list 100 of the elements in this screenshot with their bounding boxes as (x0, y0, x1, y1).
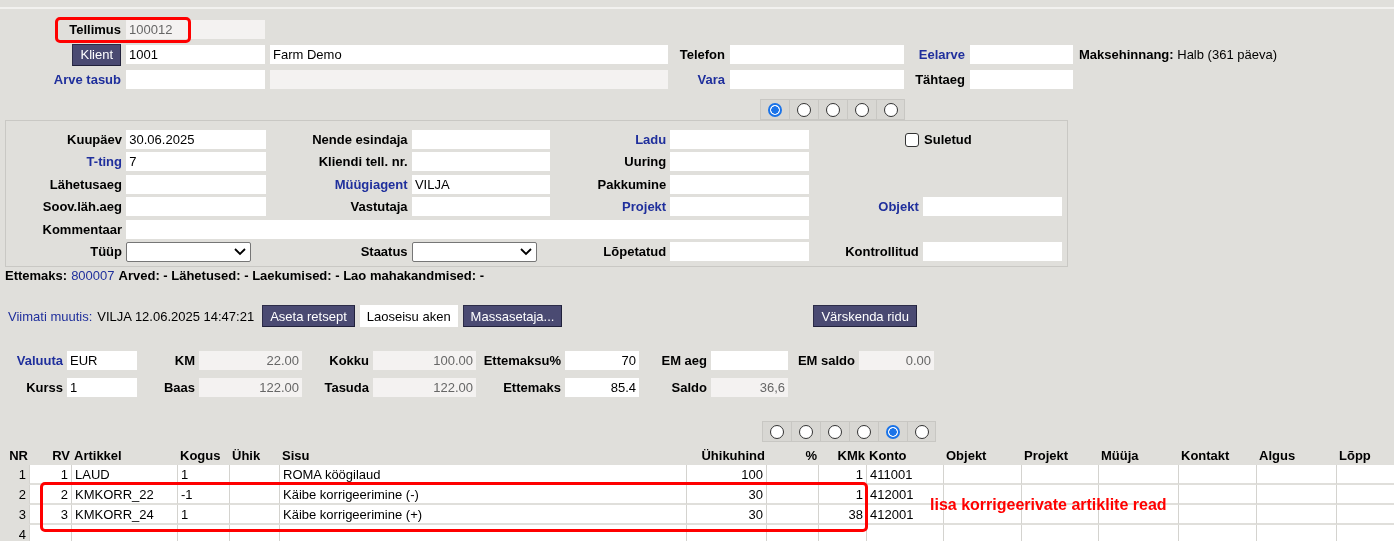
field-link[interactable]: Valuuta (16, 353, 63, 368)
input-field[interactable] (923, 242, 1063, 262)
input-field[interactable]: 100012 (126, 20, 265, 39)
input-field[interactable]: Farm Demo (270, 45, 668, 64)
input-field[interactable]: 1 (67, 378, 137, 397)
field-label: Nende esindaja (312, 131, 408, 147)
toolbar-button[interactable]: Aseta retsept (262, 305, 355, 327)
field-label: Kliendi tell. nr. (318, 154, 408, 170)
input-field[interactable] (126, 174, 267, 194)
table-cell (767, 505, 819, 525)
input-field[interactable] (923, 197, 1063, 217)
field-label: EM aeg (661, 353, 707, 368)
rating-value: Halb (361 päeva) (1177, 47, 1277, 62)
input-field[interactable]: 122.00 (373, 378, 476, 397)
table-cell: 30 (687, 485, 767, 505)
table-cell (767, 465, 819, 485)
field-label: Baas (163, 380, 195, 395)
input-field[interactable] (670, 129, 810, 149)
radio-tab[interactable] (760, 99, 789, 120)
field-label: Staatus (360, 244, 408, 260)
field-link[interactable]: Ladu (635, 131, 667, 147)
table-cell: 2 (30, 485, 72, 505)
field-label: EM saldo (797, 353, 855, 368)
field-link[interactable]: Müügiagent (334, 176, 408, 192)
input-field[interactable] (411, 152, 550, 172)
table-cell: 411001 (867, 465, 944, 485)
column-header: KMk (836, 447, 866, 465)
input-field[interactable] (970, 70, 1073, 89)
radio-tab[interactable] (791, 421, 820, 442)
field-label: Kontrollitud (845, 244, 919, 260)
radio-tab[interactable] (762, 421, 791, 442)
input-field[interactable] (670, 242, 810, 262)
toolbar-button[interactable]: Laoseisu aken (359, 305, 458, 327)
input-field[interactable] (730, 45, 904, 64)
table-cell: 100 (687, 465, 767, 485)
summary-label: Ettemaks: (5, 268, 68, 284)
field-link[interactable]: Objekt (878, 199, 919, 215)
radio-tab[interactable] (847, 99, 876, 120)
table-cell: 38 (819, 505, 867, 525)
field-label: KM (174, 353, 195, 368)
table-cell: KMKORR_22 (72, 485, 178, 505)
checkbox[interactable] (904, 133, 919, 148)
select-field[interactable] (126, 241, 252, 262)
radio-tab[interactable] (907, 421, 936, 442)
table-cell: KMKORR_24 (72, 505, 178, 525)
field-label: Lõpetatud (603, 244, 667, 260)
table-cell: ROMA köögilaud (280, 465, 687, 485)
input-field[interactable]: VILJA (411, 174, 550, 194)
input-field[interactable] (126, 197, 267, 217)
field-link[interactable]: Arve tasub (53, 72, 121, 87)
field-link[interactable]: Eelarve (918, 47, 965, 62)
table-cell: 1 (178, 465, 230, 485)
column-header: Objekt (945, 447, 988, 465)
input-field[interactable] (711, 351, 788, 370)
column-header: RV (51, 447, 71, 465)
input-field[interactable]: 70 (565, 351, 639, 370)
table-cell (230, 485, 280, 505)
input-field[interactable] (670, 197, 810, 217)
input-field[interactable] (411, 129, 550, 149)
input-field[interactable] (970, 45, 1073, 64)
prepayment-link[interactable]: 800007 (71, 268, 115, 284)
column-header: Sisu (281, 447, 311, 465)
refresh-button[interactable]: Värskenda ridu (813, 305, 917, 327)
input-field[interactable]: 30.06.2025 (126, 129, 267, 149)
input-field[interactable]: 36,6 (711, 378, 788, 397)
input-field[interactable]: 85.4 (565, 378, 639, 397)
radio-tab[interactable] (820, 421, 849, 442)
input-field[interactable] (730, 70, 904, 89)
column-header: Konto (868, 447, 908, 465)
field-link[interactable]: T-ting (86, 154, 122, 170)
summary-text: Arved: - Lähetused: - Laekumised: - Lao mahakandmised: - (118, 268, 485, 284)
select-field[interactable] (411, 241, 537, 262)
field-link[interactable]: Vara (697, 72, 725, 87)
radio-tab[interactable] (789, 99, 818, 120)
radio-tab[interactable] (878, 421, 907, 442)
input-field[interactable] (670, 174, 810, 194)
input-field[interactable]: 0.00 (859, 351, 934, 370)
field-link[interactable]: Projekt (622, 199, 667, 215)
column-header: Algus (1258, 447, 1297, 465)
input-field[interactable] (411, 197, 550, 217)
field-label: Kokku (329, 353, 369, 368)
toolbar-button[interactable]: Massasetaja... (462, 305, 563, 327)
input-field[interactable] (126, 70, 265, 89)
radio-tab[interactable] (849, 421, 878, 442)
client-button[interactable]: Klient (72, 43, 121, 66)
input-field[interactable]: 22.00 (199, 351, 302, 370)
chevron-icon (234, 247, 247, 256)
input-field[interactable]: 122.00 (199, 378, 302, 397)
input-field[interactable]: 1001 (126, 45, 265, 64)
input-field[interactable]: 100.00 (373, 351, 476, 370)
table-cell: 1 (819, 485, 867, 505)
radio-tab[interactable] (818, 99, 847, 120)
column-header: Kontakt (1180, 447, 1231, 465)
field-label: Telefon (679, 47, 725, 62)
input-field[interactable]: 7 (126, 152, 267, 172)
input-field[interactable] (670, 152, 810, 172)
column-header: Müüja (1100, 447, 1140, 465)
radio-tab[interactable] (876, 99, 905, 120)
input-field[interactable] (126, 219, 810, 239)
input-field[interactable]: EUR (67, 351, 137, 370)
